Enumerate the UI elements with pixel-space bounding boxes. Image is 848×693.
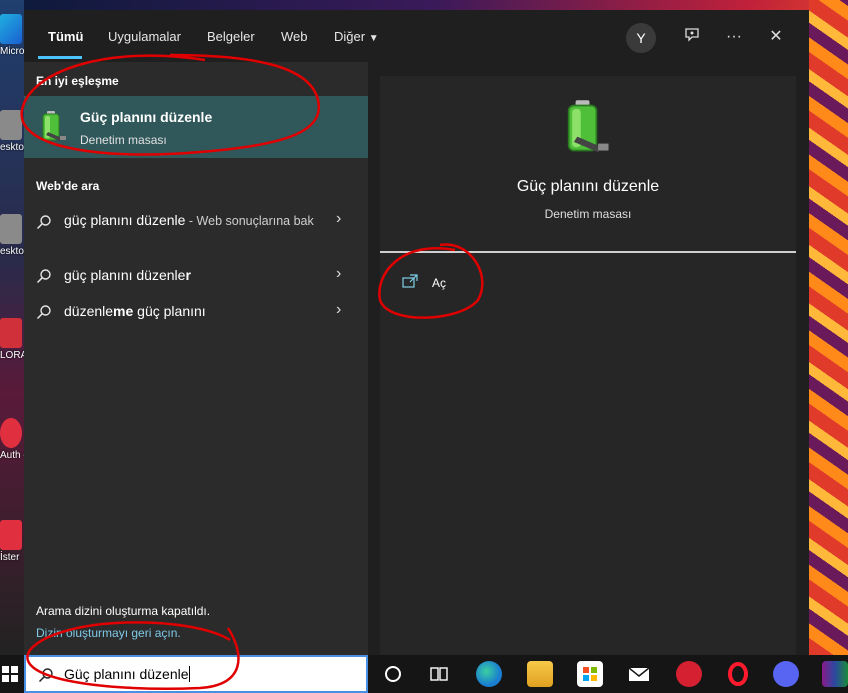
web-suggestion[interactable]: güç planını düzenler › (24, 265, 368, 289)
feedback-icon[interactable] (681, 26, 703, 48)
desktop-icon-valorant[interactable]: LORA (0, 318, 24, 361)
best-match-label: En iyi eşleşme (36, 74, 119, 88)
winrar-icon[interactable] (822, 661, 848, 687)
taskbar-search-box[interactable]: Güç planını düzenle (24, 655, 368, 693)
web-suggestion-text: güç planını düzenle - Web sonuçlarına ba… (64, 210, 324, 231)
suggestion-query-bold: r (185, 267, 191, 283)
suggestion-query: güç planını düzenle (64, 212, 186, 228)
close-icon[interactable]: ✕ (765, 26, 787, 48)
search-icon (38, 668, 53, 683)
detail-pane: Güç planını düzenle Denetim masası Aç (380, 76, 796, 655)
web-suggestion[interactable]: düzenleme güç planını › (24, 301, 368, 325)
desktop-icon-label: İster (0, 552, 20, 563)
desktop-icon-5[interactable]: İster (0, 520, 24, 563)
more-icon[interactable]: ··· (723, 26, 745, 48)
wallpaper (809, 0, 848, 655)
search-input[interactable]: Güç planını düzenle (64, 666, 190, 682)
open-label: Aç (432, 276, 447, 290)
desktop-icon-edge[interactable]: Micros Edge (0, 14, 24, 57)
tab-documents[interactable]: Belgeler (207, 29, 255, 44)
best-match-title: Güç planını düzenle (80, 109, 213, 125)
search-icon (36, 305, 51, 320)
app-icon (0, 520, 22, 550)
desktop-icon-label: Micros Edge (0, 46, 24, 57)
tab-all[interactable]: Tümü (48, 29, 83, 44)
tab-more-label: Diğer (334, 29, 366, 44)
edge-icon (0, 14, 22, 44)
mail-icon[interactable] (626, 661, 652, 687)
valorant-icon (0, 318, 22, 348)
edge-icon[interactable] (476, 661, 502, 687)
store-icon[interactable] (577, 661, 603, 687)
discord-icon[interactable] (773, 661, 799, 687)
chevron-right-icon: › (336, 301, 342, 318)
chevron-down-icon: ▼ (368, 33, 379, 44)
web-suggestion-text: düzenleme güç planını (64, 301, 324, 321)
active-tab-indicator (38, 56, 82, 59)
suggestion-query: güç planını düzenle (64, 267, 186, 283)
desktop-icons-strip: Micros Edge esktop esktop LORA Auth eskt… (0, 0, 24, 655)
suggestion-query: düzenle (64, 303, 114, 319)
suggestion-query-bold: me (113, 303, 134, 319)
suggestion-query-suffix: güç planını (133, 303, 206, 319)
desktop-icon-label: esktop (0, 142, 24, 153)
gear-icon (0, 214, 22, 244)
web-suggestion[interactable]: güç planını düzenle - Web sonuçlarına ba… (24, 210, 368, 254)
battery-icon (567, 100, 609, 153)
index-off-note: Arama dizini oluşturma kapatıldı. (36, 604, 211, 618)
detail-title: Güç planını düzenle (516, 178, 660, 195)
taskbar: Güç planını düzenle (0, 655, 848, 693)
tab-web[interactable]: Web (281, 29, 308, 44)
detail-subtitle: Denetim masası (544, 207, 632, 221)
best-match-item[interactable]: Güç planını düzenle Denetim masası (24, 96, 368, 158)
enable-indexing-link[interactable]: Dizin oluşturmayı geri açın. (36, 626, 181, 640)
desktop-icon-label: esktop (0, 246, 24, 257)
authy-icon (0, 418, 22, 448)
file-explorer-icon[interactable] (527, 661, 553, 687)
divider (380, 251, 796, 253)
results-list: En iyi eşleşme Güç planını düzenle Denet… (24, 62, 368, 655)
chevron-right-icon: › (336, 265, 342, 282)
best-match-subtitle: Denetim masası (80, 133, 167, 147)
windows-start-icon[interactable] (2, 666, 18, 682)
web-suggestion-text: güç planını düzenler (64, 265, 324, 285)
open-external-icon (402, 274, 418, 288)
tab-more[interactable]: Diğer ▼ (334, 29, 379, 44)
tab-apps[interactable]: Uygulamalar (108, 29, 181, 44)
avatar[interactable]: Y (626, 23, 656, 53)
search-input-value: Güç planını düzenle (64, 666, 189, 682)
chevron-right-icon: › (336, 210, 342, 227)
cortana-icon[interactable] (380, 661, 406, 687)
app-icon[interactable] (676, 661, 702, 687)
desktop-icon-label: Auth esktop (0, 450, 24, 461)
web-search-label: Web'de ara (36, 179, 100, 193)
desktop-icon-1[interactable]: esktop (0, 110, 24, 153)
desktop-icon-label: LORA (0, 350, 24, 361)
task-view-icon[interactable] (426, 661, 452, 687)
opera-icon[interactable] (725, 661, 751, 687)
suggestion-hint: - Web sonuçlarına bak (185, 214, 314, 228)
gear-icon (0, 110, 22, 140)
search-icon (36, 215, 51, 230)
search-tabs-bar: Tümü Uygulamalar Belgeler Web Diğer ▼ Y … (24, 10, 809, 62)
desktop-icon-2[interactable]: esktop (0, 214, 24, 257)
battery-icon (42, 111, 66, 141)
search-panel: Tümü Uygulamalar Belgeler Web Diğer ▼ Y … (24, 10, 809, 655)
desktop-icon-authy[interactable]: Auth esktop (0, 418, 24, 461)
search-icon (36, 269, 51, 284)
text-cursor (188, 666, 190, 682)
